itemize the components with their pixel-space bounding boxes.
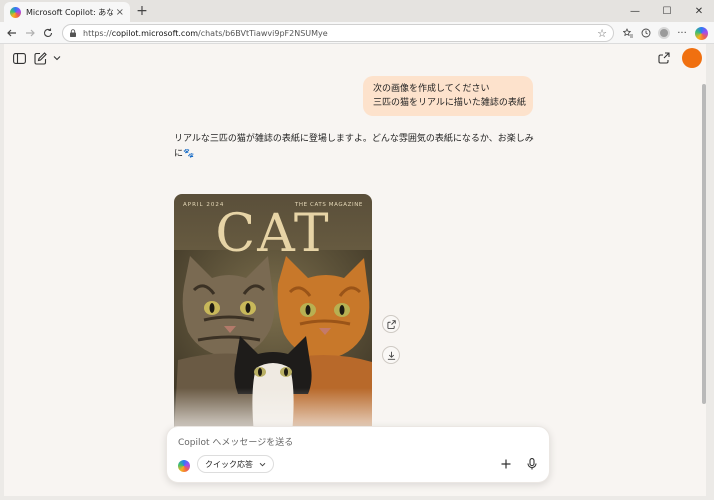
url-path: /chats/b6BVtTiawvi9pF2NSUMye [198, 28, 328, 38]
response-mode-select[interactable]: クイック応答 [197, 455, 274, 473]
plus-icon [501, 459, 511, 469]
sidebar-icon [12, 52, 26, 64]
profile-icon [658, 27, 670, 39]
generated-image[interactable]: APRIL 2024 THE CATS MAGAZINE CAT [174, 194, 372, 434]
favorite-star-icon[interactable]: ☆ [597, 27, 607, 40]
share-icon [658, 52, 670, 64]
new-chat-dropdown[interactable] [48, 49, 66, 67]
address-bar[interactable]: https://copilot.microsoft.com/chats/b6BV… [62, 24, 614, 42]
forward-arrow-icon [26, 29, 35, 37]
message-composer: Copilot へメッセージを送る クイック応答 [166, 426, 550, 483]
tab-title: Microsoft Copilot: あなたの AI アシ [26, 7, 113, 17]
close-window-button[interactable]: ✕ [684, 2, 714, 20]
share-icon [386, 319, 396, 329]
new-chat-button[interactable] [31, 49, 49, 67]
microphone-icon [527, 458, 537, 470]
page-scrollbar[interactable] [702, 84, 706, 404]
back-button[interactable] [4, 25, 20, 41]
user-message-line-1: 次の画像を作成してください [373, 84, 490, 94]
copilot-page: 次の画像を作成してください 三匹の猫をリアルに描いた雑誌の表紙 リアルな三匹の猫… [4, 44, 706, 496]
url-host: copilot.microsoft.com [111, 28, 199, 38]
refresh-button[interactable] [40, 25, 56, 41]
magazine-title: CAT [215, 204, 331, 264]
chevron-down-icon [53, 56, 61, 61]
message-input[interactable]: Copilot へメッセージを送る [178, 435, 293, 448]
url-text: https://copilot.microsoft.com/chats/b6BV… [83, 29, 328, 38]
copilot-sidebar-button[interactable] [693, 25, 709, 41]
chevron-down-icon [259, 462, 266, 466]
cats-illustration [174, 250, 372, 434]
sidebar-toggle-button[interactable] [10, 49, 28, 67]
favorites-star-list-icon [623, 28, 633, 38]
new-chat-icon [33, 51, 47, 65]
minimize-button[interactable]: — [620, 2, 650, 20]
share-button[interactable] [655, 49, 673, 67]
forward-button[interactable] [22, 25, 38, 41]
refresh-icon [44, 28, 53, 37]
title-bar: Microsoft Copilot: あなたの AI アシ × + — ☐ ✕ [0, 0, 714, 22]
copilot-icon [694, 26, 708, 40]
profile-button[interactable] [656, 25, 672, 41]
user-message: 次の画像を作成してください 三匹の猫をリアルに描いた雑誌の表紙 [363, 76, 533, 116]
back-arrow-icon [7, 29, 16, 37]
url-prefix: https:// [83, 28, 112, 38]
maximize-button[interactable]: ☐ [652, 2, 682, 20]
browser-tab[interactable]: Microsoft Copilot: あなたの AI アシ × [4, 2, 130, 22]
user-avatar[interactable] [682, 48, 702, 68]
user-message-line-2: 三匹の猫をリアルに描いた雑誌の表紙 [373, 98, 526, 108]
download-icon [387, 351, 395, 360]
image-share-button[interactable] [382, 315, 400, 333]
image-download-button[interactable] [382, 346, 400, 364]
lock-icon [70, 29, 76, 37]
new-tab-button[interactable]: + [134, 3, 150, 19]
copilot-logo-icon [178, 460, 190, 472]
assistant-reply: リアルな三匹の猫が雑誌の表紙に登場しますよ。どんな雰囲気の表紙になるか、お楽しみ… [174, 134, 534, 159]
more-menu-button[interactable]: ··· [674, 25, 690, 41]
history-button[interactable] [638, 25, 654, 41]
tab-close-icon[interactable]: × [116, 7, 124, 18]
add-attachment-button[interactable] [498, 456, 514, 472]
voice-input-button[interactable] [524, 456, 540, 472]
history-icon [641, 28, 651, 38]
browser-toolbar: https://copilot.microsoft.com/chats/b6BV… [0, 22, 714, 44]
copilot-favicon-icon [10, 6, 21, 18]
favorites-icon[interactable] [620, 25, 636, 41]
response-mode-label: クイック応答 [205, 459, 253, 469]
